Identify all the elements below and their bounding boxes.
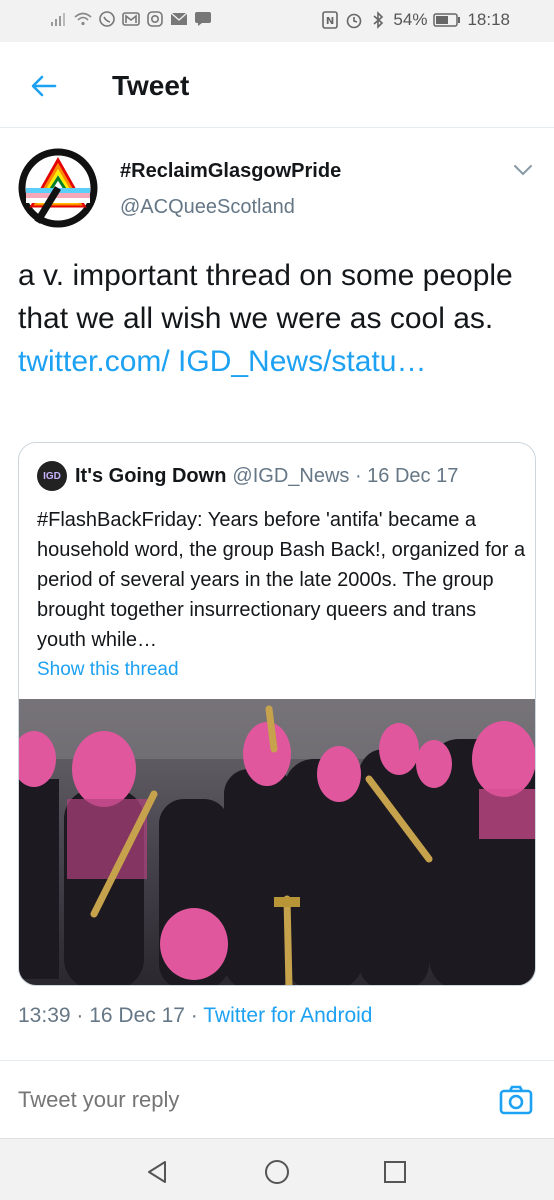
quoted-author-name: It's Going Down	[75, 464, 227, 487]
quoted-tweet-photo[interactable]	[19, 699, 536, 986]
status-bar: N 54% 18:18	[0, 0, 554, 42]
svg-text:N: N	[326, 16, 334, 27]
tweet-meta: 13:39 · 16 Dec 17 · Twitter for Android	[18, 1004, 373, 1028]
alarm-icon	[345, 11, 363, 29]
message-icon	[194, 10, 212, 28]
author-handle[interactable]: @ACQueeScotland	[120, 196, 295, 219]
nav-back-button[interactable]	[142, 1157, 172, 1187]
signal-icon	[50, 10, 68, 28]
tweet-timestamp: 13:39 · 16 Dec 17 ·	[18, 1004, 198, 1027]
camera-button[interactable]	[498, 1083, 534, 1117]
more-options-button[interactable]	[512, 162, 534, 178]
battery-icon	[433, 11, 461, 29]
quoted-tweet-header: IGD It's Going Down @IGD_News · 16 Dec 1…	[37, 461, 458, 491]
square-recents-icon	[384, 1161, 406, 1183]
quoted-avatar: IGD	[37, 461, 67, 491]
app-bar: Tweet	[0, 42, 554, 128]
nfc-icon: N	[321, 11, 339, 29]
author-name[interactable]: #ReclaimGlasgowPride	[120, 160, 341, 183]
whatsapp-icon	[98, 10, 116, 28]
pride-logo-icon	[18, 148, 98, 228]
triangle-back-icon	[148, 1161, 166, 1183]
system-nav-bar	[0, 1138, 554, 1200]
chevron-down-icon	[514, 165, 532, 176]
tweet-link[interactable]: twitter.com/ IGD_News/statu…	[18, 345, 426, 378]
reply-bar	[0, 1060, 554, 1138]
circle-home-icon	[265, 1160, 289, 1184]
clock: 18:18	[467, 10, 510, 29]
back-arrow-icon	[31, 75, 57, 97]
back-button[interactable]	[22, 64, 66, 108]
gmail-icon	[122, 10, 140, 28]
tweet-source[interactable]: Twitter for Android	[203, 1004, 372, 1027]
nav-recents-button[interactable]	[380, 1157, 410, 1187]
tweet-body: a v. important thread on some people tha…	[18, 259, 513, 335]
quoted-tweet[interactable]: IGD It's Going Down @IGD_News · 16 Dec 1…	[18, 442, 536, 986]
show-thread-link[interactable]: Show this thread	[37, 659, 179, 681]
reply-input[interactable]	[18, 1087, 418, 1113]
quoted-tweet-text: #FlashBackFriday: Years before 'antifa' …	[37, 509, 526, 651]
nav-home-button[interactable]	[262, 1157, 292, 1187]
instagram-icon	[146, 10, 164, 28]
status-bar-notifications	[50, 10, 212, 28]
status-bar-system: N 54% 18:18	[321, 10, 510, 30]
quoted-author-handle: @IGD_News · 16 Dec 17	[232, 464, 459, 487]
tweet-text: a v. important thread on some people tha…	[18, 254, 538, 383]
wifi-icon	[74, 10, 92, 28]
battery-percent: 54%	[393, 10, 428, 29]
author-avatar[interactable]	[18, 148, 98, 228]
bluetooth-icon	[369, 11, 387, 29]
mail-icon	[170, 10, 188, 28]
page-title: Tweet	[112, 70, 190, 101]
camera-icon	[499, 1085, 533, 1115]
